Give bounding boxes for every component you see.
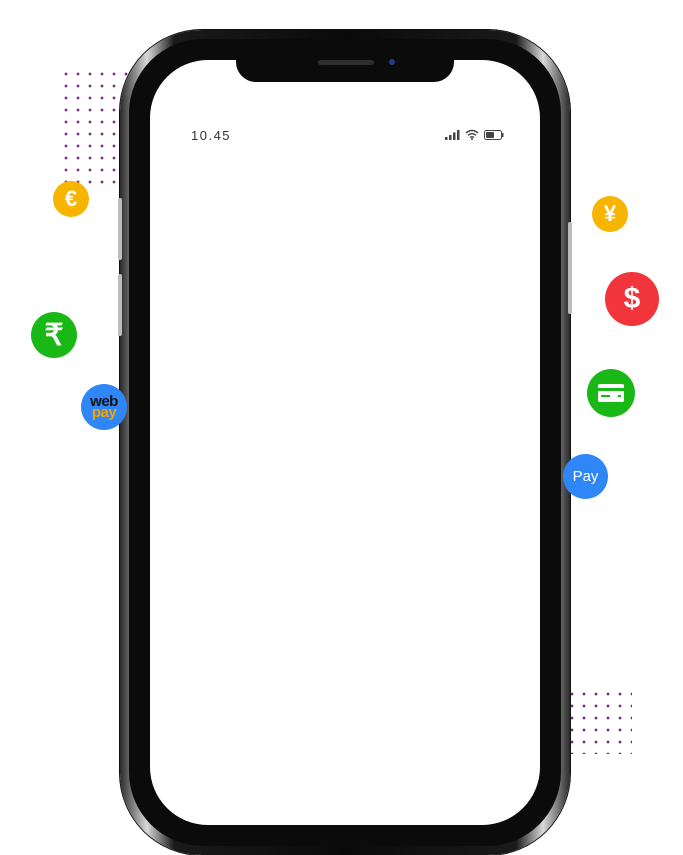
status-icons xyxy=(445,127,504,145)
webpay-label-pay: pay xyxy=(91,404,117,421)
volume-up-button xyxy=(118,198,122,260)
pay-icon: Pay xyxy=(563,454,608,499)
phone-bezel xyxy=(129,39,561,846)
power-button xyxy=(568,222,572,314)
webpay-icon: web pay xyxy=(81,384,127,430)
rupee-icon: ₹ xyxy=(31,312,77,358)
phone-mockup: 10.45 xyxy=(118,30,572,855)
pay-label: Pay xyxy=(572,468,599,485)
yen-icon: ¥ xyxy=(592,196,628,232)
dollar-icon: $ xyxy=(605,272,659,326)
wifi-icon xyxy=(465,127,479,145)
phone-notch xyxy=(236,50,454,82)
volume-down-button xyxy=(118,274,122,336)
front-camera xyxy=(389,59,395,65)
signal-icon xyxy=(445,127,460,145)
dot-pattern-decoration xyxy=(566,688,632,754)
hero-illustration: 10.45 € ₹ web pay ¥ $ Pay xyxy=(0,0,683,855)
speaker-grille xyxy=(318,60,374,65)
status-time: 10.45 xyxy=(191,128,232,143)
euro-icon: € xyxy=(53,181,89,217)
phone-screen xyxy=(150,60,540,825)
battery-icon xyxy=(484,127,504,145)
card-icon xyxy=(587,369,635,417)
